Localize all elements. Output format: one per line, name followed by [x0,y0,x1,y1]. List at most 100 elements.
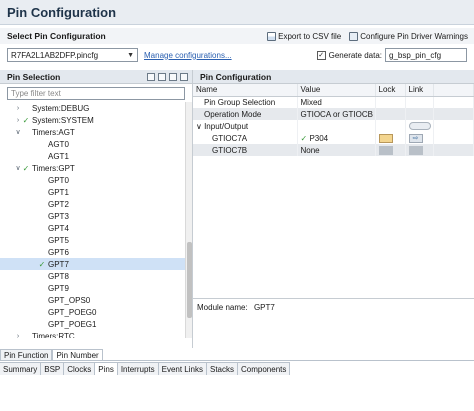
tree-item-label: GPT_POEG0 [48,307,97,317]
tree-item[interactable]: GPT5 [0,234,186,246]
configure-driver-warnings-label: Configure Pin Driver Warnings [360,31,468,41]
generate-data-input[interactable]: g_bsp_pin_cfg [385,48,467,62]
pin-config-link-cell[interactable] [405,96,434,108]
filter-options-icon[interactable] [147,72,155,81]
link-arrow-icon[interactable]: ⇨ [408,133,423,143]
pin-config-link-cell[interactable] [405,144,434,156]
tree-item[interactable]: › System:DEBUG [0,102,186,114]
tree-item-label: GPT9 [48,283,69,293]
sort-icon[interactable] [180,72,188,81]
manage-configurations-link[interactable]: Manage configurations... [144,51,232,60]
tree-item[interactable]: GPT2 [0,198,186,210]
pin-config-row[interactable]: Operation Mode GTIOCA or GTIOCB [193,108,474,120]
pin-filter-input[interactable]: Type filter text [7,87,185,100]
tree-item[interactable]: GPT0 [0,174,186,186]
select-pin-config-label: Select Pin Configuration [7,31,106,41]
pin-configuration-header: Pin Configuration [193,70,474,84]
chevron-down-icon[interactable]: ∨ [196,122,204,131]
tree-scrollbar[interactable] [185,102,192,338]
tab-components[interactable]: Components [238,363,291,375]
tree-item[interactable]: GPT1 [0,186,186,198]
tree-item[interactable]: AGT0 [0,138,186,150]
pin-config-value-cell[interactable]: Mixed [297,96,376,108]
tree-item[interactable]: AGT1 [0,150,186,162]
pin-config-filler-cell [433,144,474,156]
chevron-down-icon: ▼ [127,51,134,59]
lock-placeholder-icon[interactable] [378,145,393,155]
chevron-down-icon[interactable]: ∨ [14,164,22,172]
pin-config-row[interactable]: ∨ Input/Output [193,120,474,132]
main-split: Pin Selection Type filter text › System:D… [0,70,474,348]
tree-item[interactable]: › Timers:RTC [0,330,186,339]
pin-config-row[interactable]: GTIOC7A ✓ P304 ⇨ [193,132,474,144]
pincfg-select[interactable]: R7FA2L1AB2DFP.pincfg ▼ [7,48,138,62]
column-header-name[interactable]: Name [193,84,298,97]
tree-item[interactable]: GPT_POEG1 [0,318,186,330]
export-csv-button[interactable]: Export to CSV file [267,31,341,41]
pin-config-link-cell[interactable] [405,120,434,132]
pin-selection-header: Pin Selection [0,70,192,84]
pin-config-value-cell[interactable]: None [297,144,376,156]
pin-config-value: GTIOCA or GTIOCB [300,109,373,119]
tree-item[interactable]: ∨ ✓ Timers:GPT [0,162,186,174]
tab-bsp[interactable]: BSP [41,363,65,375]
pin-config-value-cell[interactable]: ✓ P304 [297,132,376,144]
pin-config-value-cell[interactable] [297,120,376,132]
chevron-right-icon[interactable]: › [14,333,22,339]
pin-selection-pane: Pin Selection Type filter text › System:D… [0,70,193,348]
tree-item[interactable]: ∨ Timers:AGT [0,126,186,138]
tab-pin-number[interactable]: Pin Number [52,349,103,360]
tree-item-label: GPT6 [48,247,69,257]
tree-item-label: GPT5 [48,235,69,245]
tree-item[interactable]: GPT_OPS0 [0,294,186,306]
tree-item[interactable]: GPT9 [0,282,186,294]
pin-config-lock-cell[interactable] [375,108,406,120]
generate-data-checkbox[interactable]: ✓ [316,50,326,60]
tab-pin-function[interactable]: Pin Function [0,349,53,360]
pin-config-lock-cell[interactable] [375,144,406,156]
pin-selection-label: Pin Selection [7,71,61,82]
tree-item[interactable]: ✓ GPT7 [0,258,186,270]
pin-config-row[interactable]: Pin Group Selection Mixed [193,96,474,108]
tree-item-label: Timers:AGT [32,127,75,137]
tab-event-links[interactable]: Event Links [158,363,207,375]
column-header-link[interactable]: Link [405,84,434,97]
check-icon: ✓ [22,115,30,125]
chevron-down-icon[interactable]: ∨ [14,128,22,136]
tree-item[interactable]: GPT8 [0,270,186,282]
tab-clocks[interactable]: Clocks [64,363,96,375]
pin-config-filler-cell [433,96,474,108]
column-header-value[interactable]: Value [297,84,376,97]
link-placeholder-icon[interactable] [408,145,423,155]
column-header-lock[interactable]: Lock [375,84,406,97]
tree-item[interactable]: GPT_POEG0 [0,306,186,318]
tab-pins[interactable]: Pins [95,363,118,375]
tab-interrupts[interactable]: Interrupts [117,363,159,375]
tree-item-label: AGT1 [48,151,69,161]
chevron-right-icon[interactable]: › [14,117,22,124]
lock-icon[interactable] [378,133,393,143]
pin-config-lock-cell[interactable] [375,96,406,108]
tree-item[interactable]: GPT6 [0,246,186,258]
tree-scrollbar-thumb[interactable] [187,242,192,318]
tree-item[interactable]: GPT4 [0,222,186,234]
io-toggle-icon[interactable] [408,122,431,131]
pin-config-lock-cell[interactable] [375,132,406,144]
expand-all-icon[interactable] [158,72,166,81]
collapse-all-icon[interactable] [169,72,177,81]
tree-item[interactable]: › ✓ System:SYSTEM [0,114,186,126]
pin-config-filler-cell [433,132,474,144]
pin-config-table: Name Value Lock Link Pin Group Selection… [193,84,474,156]
configure-driver-warnings-button[interactable]: Configure Pin Driver Warnings [349,31,468,41]
pin-config-link-cell[interactable] [405,108,434,120]
tree-item[interactable]: GPT3 [0,210,186,222]
tab-stacks[interactable]: Stacks [206,363,238,375]
pin-config-link-cell[interactable]: ⇨ [405,132,434,144]
tab-summary[interactable]: Summary [0,363,42,375]
tree-item-label: GPT7 [48,259,69,269]
pin-config-row: R7FA2L1AB2DFP.pincfg ▼ Manage configurat… [0,44,474,66]
chevron-right-icon[interactable]: › [14,105,22,112]
pin-config-lock-cell[interactable] [375,120,406,132]
pin-config-value-cell[interactable]: GTIOCA or GTIOCB [297,108,376,120]
pin-config-row[interactable]: GTIOC7B None [193,144,474,156]
